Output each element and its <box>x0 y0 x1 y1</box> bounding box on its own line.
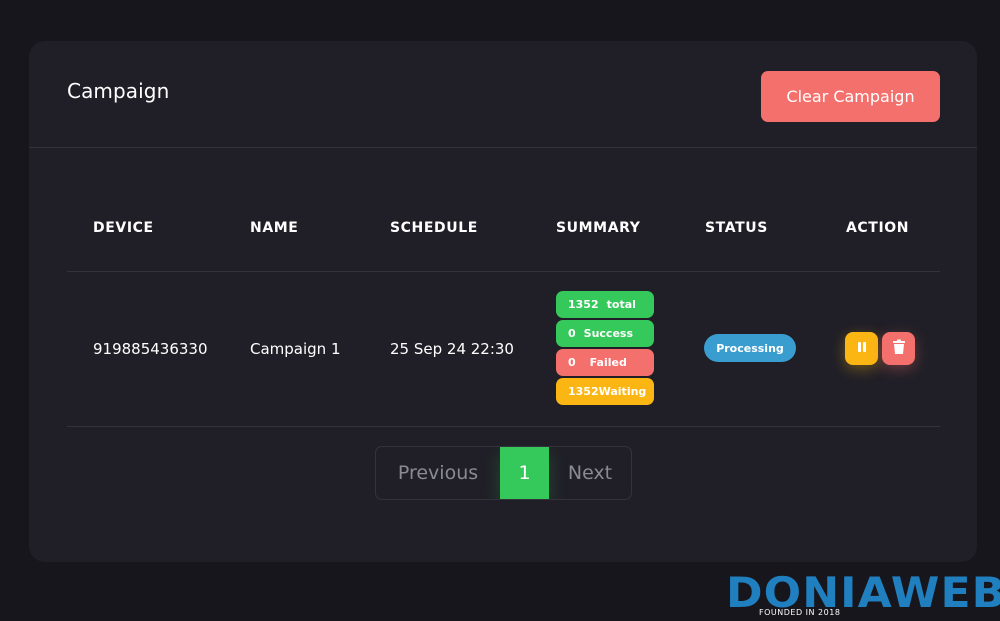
trash-icon <box>892 339 906 358</box>
clear-campaign-button[interactable]: Clear Campaign <box>761 71 940 122</box>
success-label: Success <box>583 327 634 340</box>
status-badge: Processing <box>704 334 796 362</box>
logo-tagline: FOUNDED IN 2018 <box>759 608 841 617</box>
success-count: 0 <box>568 327 576 340</box>
column-header-name: NAME <box>250 220 299 236</box>
failed-label: Failed <box>589 356 627 369</box>
column-header-schedule: SCHEDULE <box>390 220 478 236</box>
pause-icon <box>856 341 868 356</box>
campaign-card: Campaign Clear Campaign DEVICE NAME SCHE… <box>29 41 977 562</box>
table-header: DEVICE NAME SCHEDULE SUMMARY STATUS ACTI… <box>67 189 940 272</box>
summary-total-badge: 1352 total <box>556 291 654 318</box>
waiting-count: 1352 <box>568 385 599 398</box>
pause-button[interactable] <box>845 332 878 365</box>
device-cell: 919885436330 <box>93 340 208 358</box>
page-1-button[interactable]: 1 <box>500 447 549 499</box>
column-header-device: DEVICE <box>93 220 154 236</box>
total-label: total <box>606 298 636 311</box>
waiting-label: Waiting <box>598 385 647 398</box>
next-page-button[interactable]: Next <box>549 447 631 499</box>
column-header-status: STATUS <box>705 220 768 236</box>
campaign-table: DEVICE NAME SCHEDULE SUMMARY STATUS ACTI… <box>67 189 940 427</box>
pagination: Previous 1 Next <box>375 446 632 500</box>
summary-cell: 1352 total 0 Success 0 Failed 1352 Waiti… <box>556 291 654 407</box>
summary-failed-badge: 0 Failed <box>556 349 654 376</box>
previous-page-button[interactable]: Previous <box>376 447 500 499</box>
name-cell: Campaign 1 <box>250 340 341 358</box>
page-title: Campaign <box>67 79 170 103</box>
table-row: 919885436330 Campaign 1 25 Sep 24 22:30 … <box>67 272 940 427</box>
column-header-summary: SUMMARY <box>556 220 641 236</box>
summary-success-badge: 0 Success <box>556 320 654 347</box>
schedule-cell: 25 Sep 24 22:30 <box>390 340 514 358</box>
delete-button[interactable] <box>882 332 915 365</box>
summary-waiting-badge: 1352 Waiting <box>556 378 654 405</box>
doniaweb-logo: DONIAWEB FOUNDED IN 2018 <box>726 568 1000 618</box>
column-header-action: ACTION <box>846 220 910 236</box>
card-header: Campaign Clear Campaign <box>29 41 977 148</box>
total-count: 1352 <box>568 298 599 311</box>
failed-count: 0 <box>568 356 576 369</box>
